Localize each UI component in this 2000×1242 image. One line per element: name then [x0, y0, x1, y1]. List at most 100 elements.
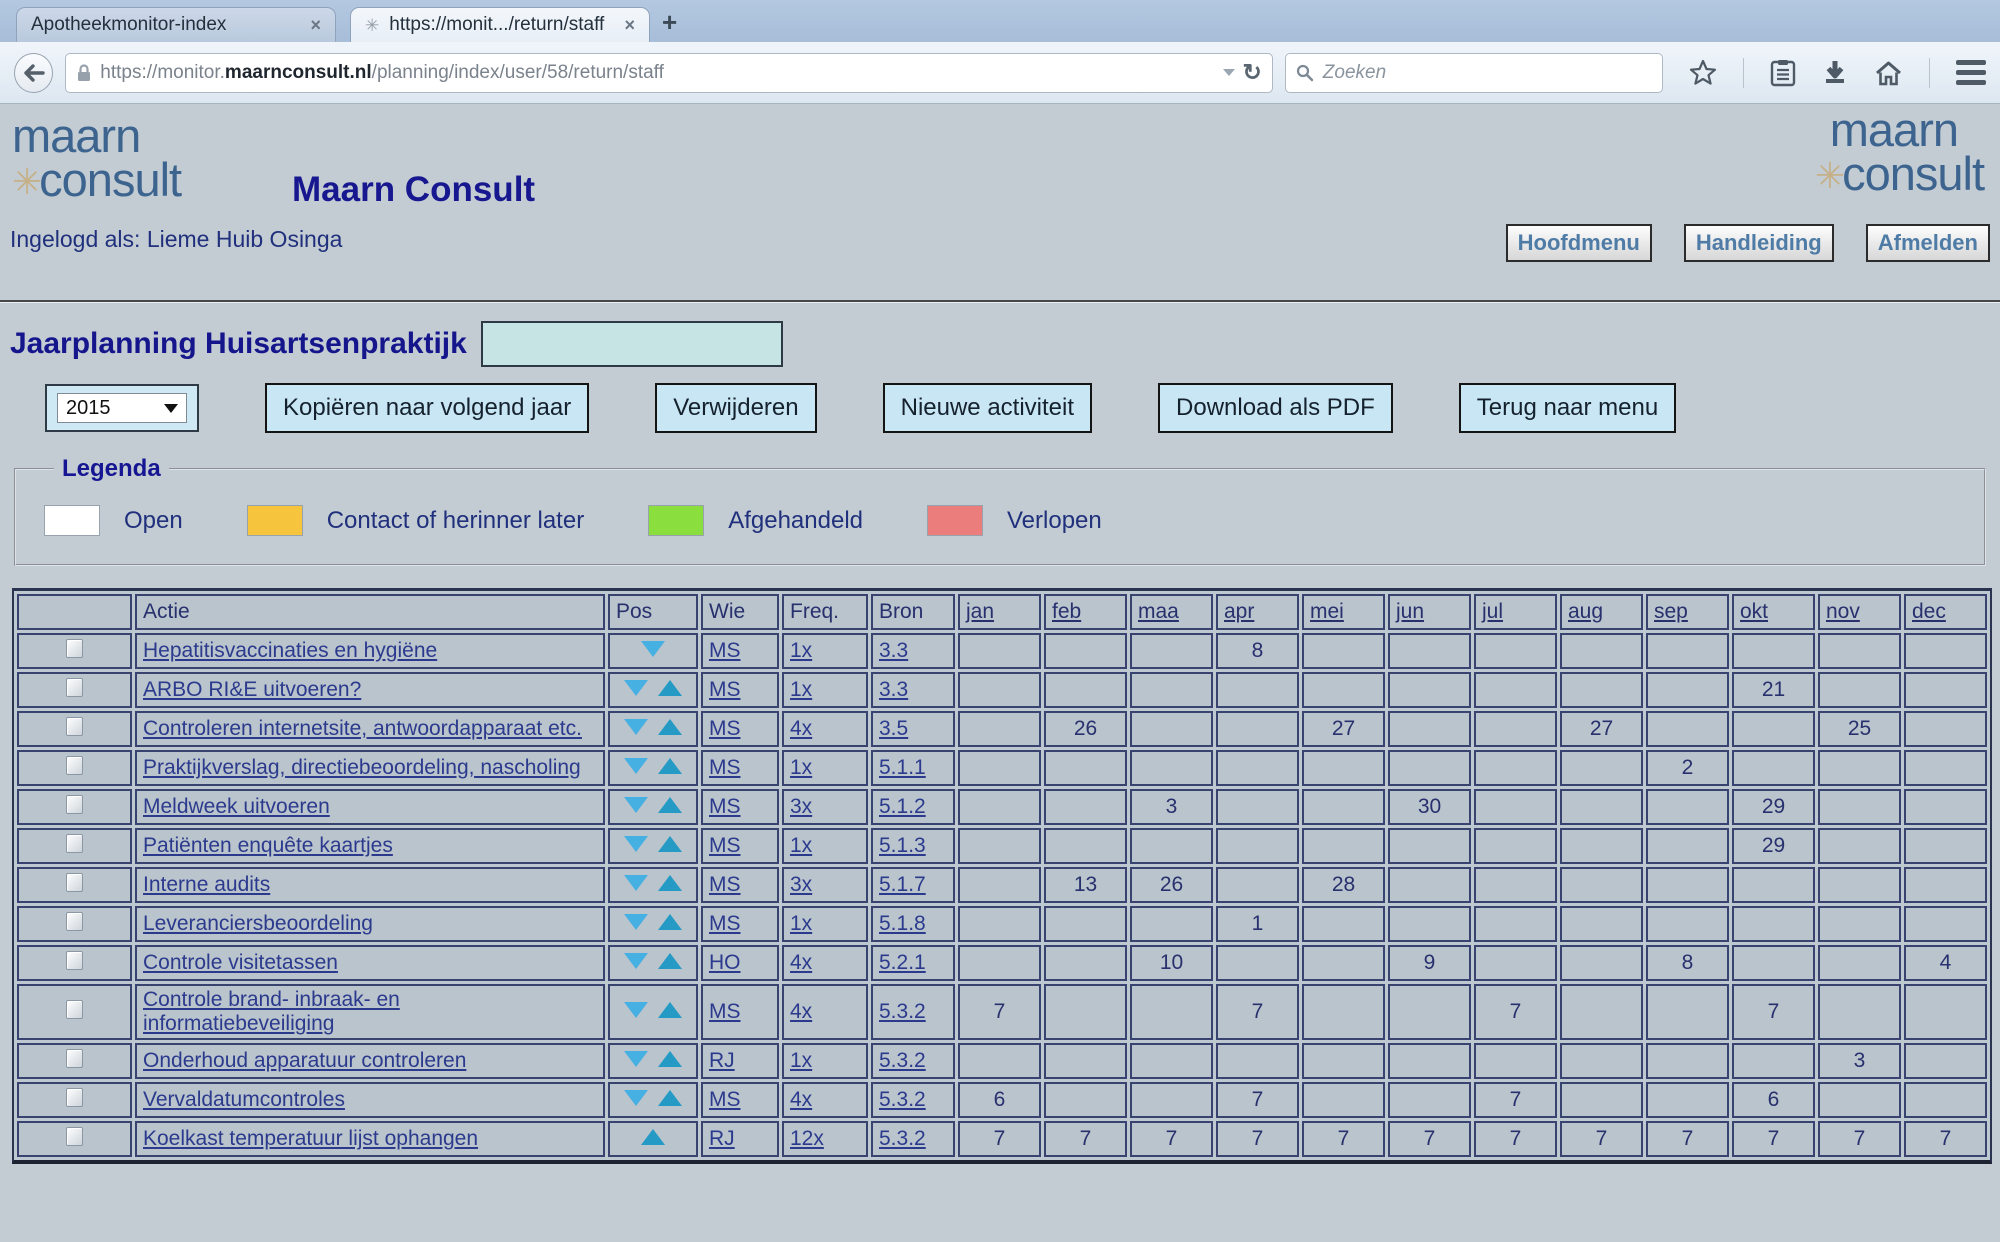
actie-link[interactable]: Praktijkverslag, directiebeoordeling, na… [143, 756, 581, 779]
reload-icon[interactable]: ↻ [1243, 59, 1262, 86]
actie-link[interactable]: Meldweek uitvoeren [143, 795, 330, 818]
cell-jun[interactable]: 30 [1388, 789, 1471, 825]
row-checkbox[interactable] [66, 639, 83, 658]
cell-apr[interactable]: 8 [1216, 633, 1299, 669]
move-up-icon[interactable] [641, 1129, 665, 1145]
delete-button[interactable]: Verwijderen [655, 383, 816, 433]
cell-maa[interactable]: 10 [1130, 945, 1213, 981]
actie-link[interactable]: Koelkast temperatuur lijst ophangen [143, 1127, 478, 1150]
cell-sep[interactable]: 8 [1646, 945, 1729, 981]
move-down-icon[interactable] [641, 641, 665, 657]
freq-link[interactable]: 1x [790, 639, 812, 662]
new-tab-button[interactable]: + [662, 7, 677, 38]
cell-feb[interactable]: 13 [1044, 867, 1127, 903]
wie-link[interactable]: MS [709, 717, 741, 740]
actie-link[interactable]: Vervaldatumcontroles [143, 1088, 345, 1111]
move-down-icon[interactable] [624, 836, 648, 852]
actie-link[interactable]: Leveranciersbeoordeling [143, 912, 373, 935]
actie-link[interactable]: Controleren internetsite, antwoordappara… [143, 717, 582, 740]
move-up-icon[interactable] [658, 719, 682, 735]
cell-okt[interactable]: 29 [1732, 828, 1815, 864]
freq-link[interactable]: 3x [790, 795, 812, 818]
bron-link[interactable]: 5.3.2 [879, 1088, 926, 1111]
month-header-mei[interactable]: mei [1302, 594, 1385, 630]
cell-apr[interactable]: 7 [1216, 984, 1299, 1040]
actie-link[interactable]: Controle visitetassen [143, 951, 338, 974]
handleiding-button[interactable]: Handleiding [1684, 224, 1834, 262]
wie-link[interactable]: RJ [709, 1049, 735, 1072]
month-header-dec[interactable]: dec [1904, 594, 1987, 630]
bron-link[interactable]: 5.1.7 [879, 873, 926, 896]
wie-link[interactable]: MS [709, 795, 741, 818]
bron-link[interactable]: 3.3 [879, 678, 908, 701]
bron-link[interactable]: 5.1.8 [879, 912, 926, 935]
hoofdmenu-button[interactable]: Hoofdmenu [1506, 224, 1652, 262]
tab-planning-active[interactable]: ✳ https://monit.../return/staff × [350, 7, 650, 42]
row-checkbox[interactable] [66, 1049, 83, 1068]
cell-apr[interactable]: 7 [1216, 1121, 1299, 1157]
move-down-icon[interactable] [624, 680, 648, 696]
cell-okt[interactable]: 21 [1732, 672, 1815, 708]
month-header-nov[interactable]: nov [1818, 594, 1901, 630]
wie-link[interactable]: HO [709, 951, 741, 974]
cell-aug[interactable]: 27 [1560, 711, 1643, 747]
actie-link[interactable]: Hepatitisvaccinaties en hygiëne [143, 639, 437, 662]
row-checkbox[interactable] [66, 834, 83, 853]
bookmarks-list-icon[interactable] [1770, 59, 1796, 87]
cell-maa[interactable]: 3 [1130, 789, 1213, 825]
cell-jun[interactable]: 9 [1388, 945, 1471, 981]
download-pdf-button[interactable]: Download als PDF [1158, 383, 1393, 433]
wie-link[interactable]: MS [709, 912, 741, 935]
cell-mei[interactable]: 27 [1302, 711, 1385, 747]
freq-link[interactable]: 1x [790, 912, 812, 935]
move-up-icon[interactable] [658, 875, 682, 891]
freq-link[interactable]: 1x [790, 1049, 812, 1072]
cell-apr[interactable]: 1 [1216, 906, 1299, 942]
wie-link[interactable]: MS [709, 1088, 741, 1111]
freq-link[interactable]: 1x [790, 678, 812, 701]
afmelden-button[interactable]: Afmelden [1866, 224, 1990, 262]
row-checkbox[interactable] [66, 1127, 83, 1146]
month-header-apr[interactable]: apr [1216, 594, 1299, 630]
cell-dec[interactable]: 7 [1904, 1121, 1987, 1157]
move-up-icon[interactable] [658, 797, 682, 813]
move-down-icon[interactable] [624, 953, 648, 969]
actie-link[interactable]: ARBO RI&E uitvoeren? [143, 678, 361, 701]
move-down-icon[interactable] [624, 719, 648, 735]
freq-link[interactable]: 3x [790, 873, 812, 896]
wie-link[interactable]: MS [709, 873, 741, 896]
move-down-icon[interactable] [624, 1051, 648, 1067]
url-bar[interactable]: https://monitor.maarnconsult.nl/planning… [65, 53, 1272, 93]
row-checkbox[interactable] [66, 1000, 83, 1019]
month-header-maa[interactable]: maa [1130, 594, 1213, 630]
row-checkbox[interactable] [66, 795, 83, 814]
move-up-icon[interactable] [658, 680, 682, 696]
row-checkbox[interactable] [66, 756, 83, 775]
freq-link[interactable]: 12x [790, 1127, 824, 1150]
cell-mei[interactable]: 28 [1302, 867, 1385, 903]
home-icon[interactable] [1874, 60, 1903, 86]
bron-link[interactable]: 5.2.1 [879, 951, 926, 974]
cell-sep[interactable]: 2 [1646, 750, 1729, 786]
move-up-icon[interactable] [658, 953, 682, 969]
cell-jul[interactable]: 7 [1474, 1121, 1557, 1157]
cell-okt[interactable]: 7 [1732, 1121, 1815, 1157]
wie-link[interactable]: MS [709, 756, 741, 779]
wie-link[interactable]: MS [709, 639, 741, 662]
new-activity-button[interactable]: Nieuwe activiteit [883, 383, 1092, 433]
move-up-icon[interactable] [658, 758, 682, 774]
freq-link[interactable]: 4x [790, 717, 812, 740]
move-down-icon[interactable] [624, 758, 648, 774]
back-button[interactable] [14, 53, 53, 93]
search-box[interactable]: Zoeken [1285, 53, 1663, 93]
cell-aug[interactable]: 7 [1560, 1121, 1643, 1157]
freq-link[interactable]: 4x [790, 1000, 812, 1023]
downloads-icon[interactable] [1822, 59, 1848, 86]
month-header-okt[interactable]: okt [1732, 594, 1815, 630]
bookmark-star-icon[interactable] [1689, 59, 1717, 86]
cell-dec[interactable]: 4 [1904, 945, 1987, 981]
move-down-icon[interactable] [624, 914, 648, 930]
row-checkbox[interactable] [66, 1088, 83, 1107]
move-up-icon[interactable] [658, 914, 682, 930]
row-checkbox[interactable] [66, 912, 83, 931]
